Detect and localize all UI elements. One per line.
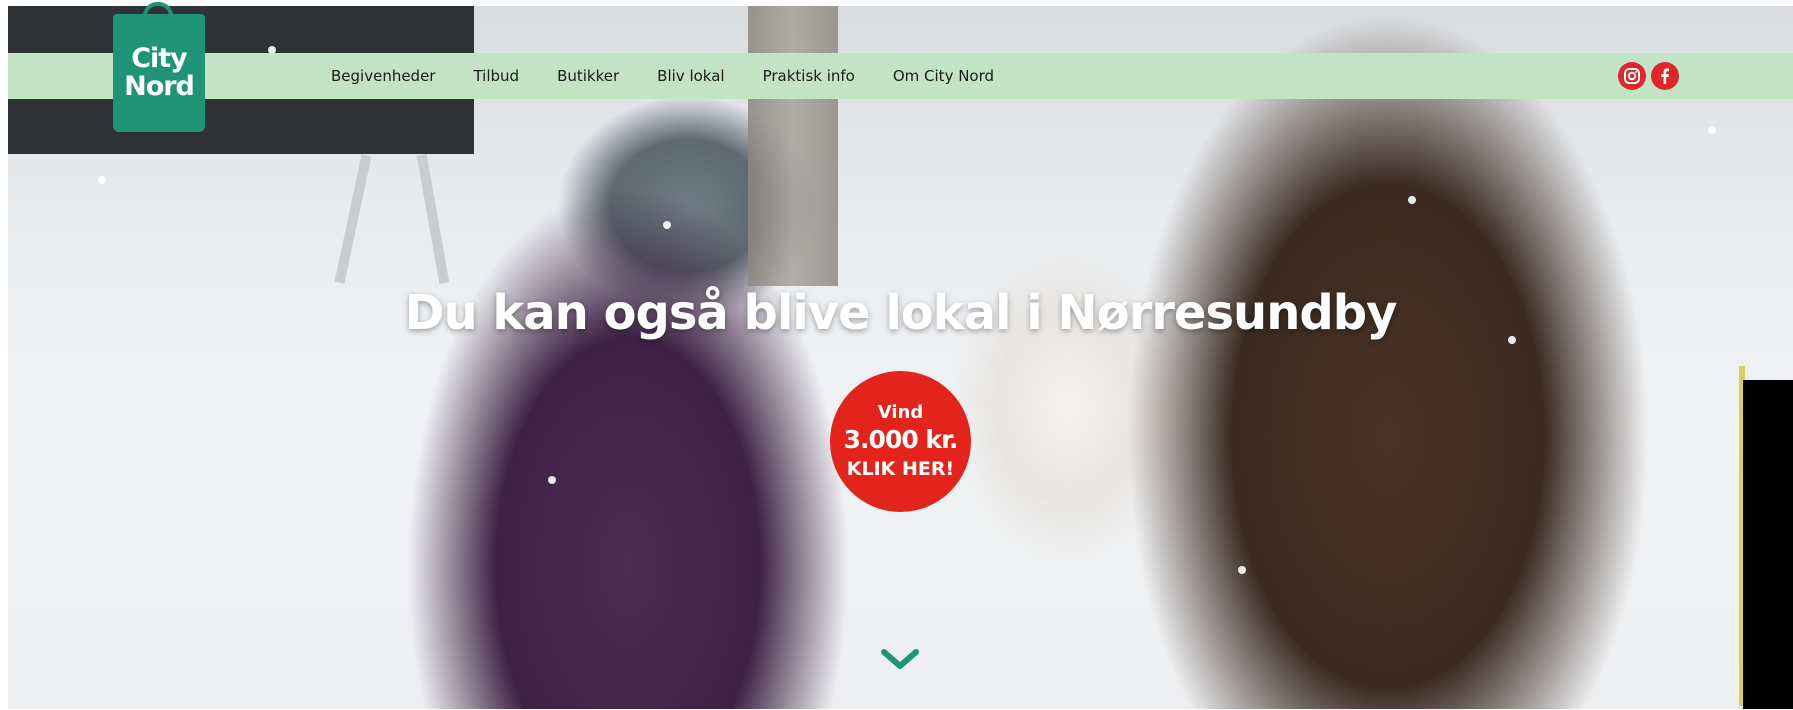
snowflake [1238,566,1246,574]
nav-item-om-city-nord[interactable]: Om City Nord [893,67,994,85]
background-board-leg [416,154,450,284]
nav-item-praktisk-info[interactable]: Praktisk info [763,67,855,85]
nav-item-butikker[interactable]: Butikker [557,67,619,85]
snowflake [663,221,671,229]
nav-item-tilbud[interactable]: Tilbud [473,67,519,85]
cta-line-vind: Vind [877,401,924,423]
nav-item-bliv-lokal[interactable]: Bliv lokal [657,67,724,85]
facebook-glyph [1661,68,1669,84]
main-navigation: Begivenheder Tilbud Butikker Bliv lokal … [331,53,1032,99]
cta-line-click: KLIK HER! [846,457,955,480]
background-board-leg [334,154,372,284]
snowflake [548,476,556,484]
logo-text-line1: City [131,43,188,74]
background-tree [748,6,838,286]
bag-handle-icon [143,2,173,24]
nav-item-begivenheder[interactable]: Begivenheder [331,67,435,85]
background-dark-panel [1743,380,1793,709]
hero-background-image [8,6,1793,709]
cta-line-amount: 3.000 kr. [843,424,959,454]
chevron-down-icon[interactable] [878,644,922,674]
instagram-icon[interactable] [1618,62,1646,90]
facebook-icon[interactable] [1651,62,1679,90]
snowflake [98,176,106,184]
snowflake [1408,196,1416,204]
snowflake [1708,126,1716,134]
city-nord-logo[interactable]: City Nord [113,2,205,132]
instagram-glyph [1624,68,1640,84]
logo-text-line2: Nord [124,71,195,102]
win-contest-button[interactable]: Vind 3.000 kr. KLIK HER! [830,371,971,512]
hero-headline: Du kan også blive lokal i Nørresundby [404,285,1398,341]
